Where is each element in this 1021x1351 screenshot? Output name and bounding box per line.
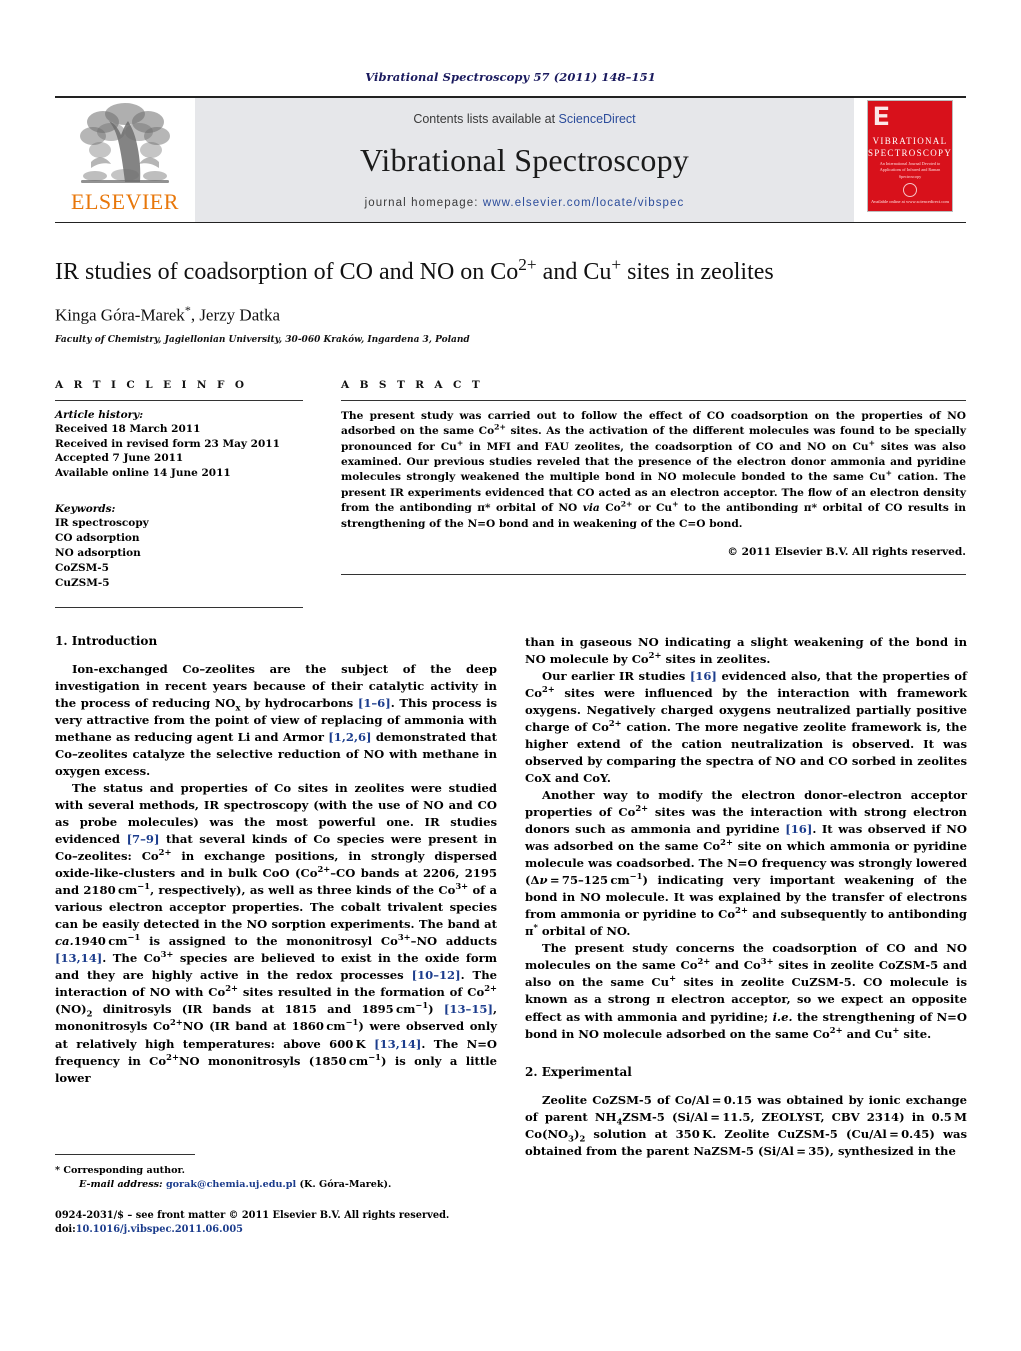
sciencedirect-link[interactable]: ScienceDirect: [559, 112, 636, 126]
email-note: E-mail address: gorak@chemia.uj.edu.pl (…: [55, 1178, 497, 1192]
keyword-item: CoZSM-5: [55, 562, 109, 574]
footnote-block: * Corresponding author. E-mail address: …: [55, 1153, 497, 1238]
email-label: E-mail address:: [79, 1179, 163, 1191]
article-page: Vibrational Spectroscopy 57 (2011) 148–1…: [0, 0, 1021, 1351]
journal-title: Vibrational Spectroscopy: [359, 141, 690, 178]
keywords-label: Keywords:: [55, 503, 116, 516]
info-abstract-row: A R T I C L E I N F O Article history: R…: [55, 379, 966, 608]
paragraph-right-3: Another way to modify the electron donor…: [525, 788, 967, 939]
copyright-line: © 2011 Elsevier B.V. All rights reserved…: [727, 546, 966, 559]
cover-subtitle: An International Journal Devoted to Appl…: [879, 161, 941, 179]
masthead-center: Contents lists available at ScienceDirec…: [195, 98, 854, 222]
doi-label: doi:: [55, 1224, 76, 1236]
title-part-2: and Cu: [536, 259, 612, 285]
running-head: Vibrational Spectroscopy 57 (2011) 148–1…: [365, 70, 656, 84]
body-column-left: 1. Introduction Ion-exchanged Co–zeolite…: [55, 633, 498, 1235]
abstract-bottom-rule: [341, 574, 966, 576]
email-address[interactable]: gorak@chemia.uj.edu.pl: [166, 1179, 296, 1190]
page-title: IR studies of coadsorption of CO and NO …: [55, 255, 966, 287]
abstract-heading: A B S T R A C T: [341, 378, 484, 391]
cover-elsevier-icon: [874, 106, 889, 125]
history-revised: Received in revised form 23 May 2011: [55, 437, 280, 450]
keyword-item: CuZSM-5: [55, 576, 110, 589]
paragraph-intro-1: Ion-exchanged Co–zeolites are the subjec…: [55, 661, 497, 778]
paragraph-right-4: The present study concerns the coadsorpt…: [525, 941, 967, 1041]
footnote-marker: *: [55, 1164, 61, 1176]
homepage-label: journal homepage:: [364, 196, 479, 209]
cover-title: VIBRATIONAL SPECTROSCOPY: [868, 135, 952, 159]
journal-masthead: ELSEVIER Contents lists available at Sci…: [55, 96, 966, 222]
abstract-text: The present study was carried out to fol…: [341, 409, 966, 530]
affiliation: Faculty of Chemistry, Jagiellonian Unive…: [55, 334, 470, 345]
paragraph-intro-2: The status and properties of Co sites in…: [55, 781, 498, 1085]
author-primary[interactable]: Kinga Góra-Marek: [55, 306, 185, 325]
article-info-column: A R T I C L E I N F O Article history: R…: [55, 379, 303, 608]
section-heading-introduction: 1. Introduction: [55, 633, 158, 648]
elsevier-wordmark: ELSEVIER: [71, 189, 179, 214]
author-secondary[interactable]: , Jerzy Datka: [191, 306, 280, 325]
title-sup-1: 2+: [518, 255, 537, 274]
title-sup-2: +: [611, 255, 622, 274]
paragraph-right-2: Our earlier IR studies [16] evidenced al…: [525, 668, 967, 786]
article-history-label: Article history:: [55, 408, 144, 421]
cover-title-line2: SPECTROSCOPY: [868, 148, 953, 159]
article-info-bottom-rule: [55, 606, 303, 608]
keyword-item: IR spectroscopy: [55, 517, 149, 530]
history-online: Available online 14 June 2011: [55, 467, 231, 480]
paragraph-experimental-1: Zeolite CoZSM-5 of Co/Al = 0.15 was obta…: [525, 1092, 968, 1158]
history-accepted: Accepted 7 June 2011: [55, 452, 184, 465]
cover-title-line1: VIBRATIONAL: [872, 136, 948, 146]
keyword-item: NO adsorption: [55, 547, 141, 560]
article-info-heading: A R T I C L E I N F O: [55, 378, 248, 391]
journal-homepage-line: journal homepage: www.elsevier.com/locat…: [365, 197, 685, 209]
history-received: Received 18 March 2011: [55, 422, 201, 435]
publisher-logo: ELSEVIER: [55, 98, 195, 222]
footnote-rule: [55, 1153, 195, 1155]
article-info-rule: [55, 399, 303, 401]
contents-prefix: Contents lists available at: [413, 111, 556, 126]
title-part-1: IR studies of coadsorption of CO and NO …: [55, 259, 519, 285]
paragraph-right-1: than in gaseous NO indicating a slight w…: [525, 634, 967, 666]
doi-value[interactable]: 10.1016/j.vibspec.2011.06.005: [76, 1224, 243, 1235]
elsevier-tree-icon: [80, 103, 170, 183]
cover-emblem-icon: [903, 183, 917, 197]
abstract-column: A B S T R A C T The present study was ca…: [341, 379, 966, 608]
journal-cover-thumbnail: VIBRATIONAL SPECTROSCOPY An Internationa…: [854, 98, 966, 222]
cover-footer: Available online at www.sciencedirect.co…: [871, 198, 949, 204]
footnote-text: Corresponding author.: [63, 1164, 185, 1176]
imprint-block: 0924-2031/$ – see front matter © 2011 El…: [55, 1209, 497, 1238]
issn-line: 0924-2031/$ – see front matter © 2011 El…: [55, 1209, 450, 1221]
homepage-url[interactable]: www.elsevier.com/locate/vibspec: [483, 197, 685, 209]
article-body: 1. Introduction Ion-exchanged Co–zeolite…: [55, 633, 967, 1235]
title-part-3: sites in zeolites: [621, 259, 774, 285]
body-column-right: than in gaseous NO indicating a slight w…: [525, 634, 967, 1160]
corresponding-author-note: * Corresponding author.: [55, 1164, 497, 1178]
contents-available-line: Contents lists available at ScienceDirec…: [413, 112, 635, 126]
author-list: Kinga Góra-Marek*, Jerzy Datka: [55, 303, 966, 326]
section-heading-experimental: 2. Experimental: [525, 1064, 632, 1079]
masthead-bottom-rule: [55, 222, 966, 223]
keyword-item: CO adsorption: [55, 532, 140, 545]
abstract-rule: [341, 399, 966, 401]
keywords-block: Keywords: IR spectroscopy CO adsorption …: [55, 503, 303, 608]
email-owner: (K. Góra-Marek).: [299, 1179, 392, 1191]
doi-line: doi:10.1016/j.vibspec.2011.06.005: [55, 1223, 497, 1238]
